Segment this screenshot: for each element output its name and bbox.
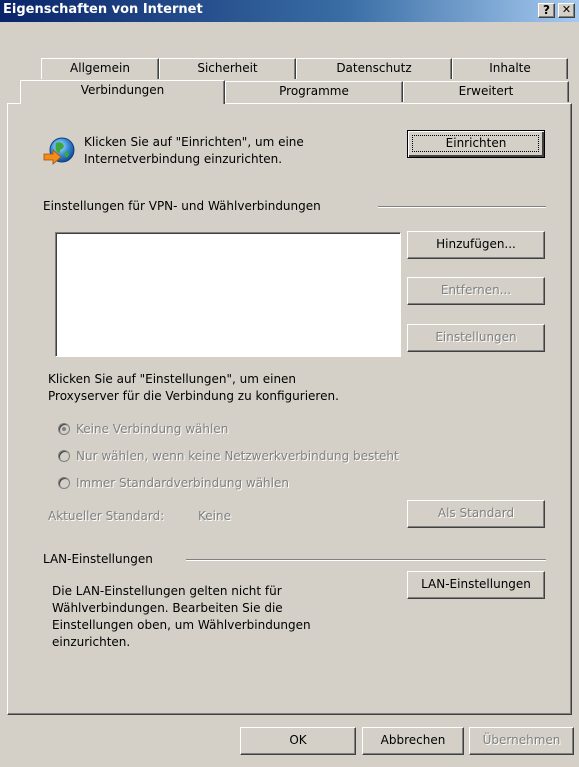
apply-button[interactable]: Übernehmen [469,727,574,755]
proxy-text-line1: Klicken Sie auf "Einstellungen", um eine… [48,372,297,386]
lan-settings-button[interactable]: LAN-Einstellungen [407,571,545,599]
setup-text-line2: Internetverbindung einzurichten. [84,152,283,166]
ok-label: OK [289,733,307,747]
lan-text-line3: Einstellungen oben, um Wählverbindungen [52,618,311,632]
vpn-group-divider [378,206,546,208]
connection-settings-label: Einstellungen [435,330,517,344]
remove-connection-button[interactable]: Entfernen... [407,277,545,305]
radio-dial-when-no-network-label: Nur wählen, wenn keine Netzwerkverbindun… [76,449,399,463]
tab-allgemein[interactable]: Allgemein [41,58,159,79]
cancel-button[interactable]: Abbrechen [362,727,464,755]
vpn-connections-list[interactable] [55,232,401,357]
lan-text-line4: einzurichten. [52,635,131,649]
help-button[interactable]: ? [538,3,555,18]
tab-panel-verbindungen: Klicken Sie auf "Einrichten", um eine In… [7,103,572,715]
lan-settings-label: LAN-Einstellungen [421,577,531,591]
internet-properties-dialog: Eigenschaften von Internet ? ✕ Allgemein… [0,0,579,767]
globe-network-icon [43,137,75,165]
radio-always-dial-default-label: Immer Standardverbindung wählen [76,476,289,490]
tab-programme[interactable]: Programme [225,81,403,102]
radio-dial-when-no-network-button[interactable] [58,450,70,462]
tab-erweitert[interactable]: Erweitert [403,81,569,102]
title-bar[interactable]: Eigenschaften von Internet ? ✕ [0,0,579,22]
current-default-value: Keine [198,509,231,523]
add-connection-button[interactable]: Hinzufügen... [407,231,545,259]
setup-text-line1: Klicken Sie auf "Einrichten", um eine [84,135,304,149]
cancel-label: Abbrechen [380,733,446,747]
einrichten-button[interactable]: Einrichten [407,130,545,158]
lan-group-divider [186,559,546,561]
tab-verbindungen[interactable]: Verbindungen [20,80,225,104]
lan-text-line2: Wählverbindungen. Bearbeiten Sie die [52,601,283,615]
proxy-text-line2: Proxyserver für die Verbindung zu konfig… [48,389,339,403]
add-connection-label: Hinzufügen... [436,237,516,251]
remove-connection-label: Entfernen... [440,283,512,297]
close-button[interactable]: ✕ [558,3,575,18]
radio-no-dial-button[interactable] [58,423,70,435]
radio-no-dial-label: Keine Verbindung wählen [76,422,229,436]
vpn-group-label: Einstellungen für VPN- und Wählverbindun… [43,199,321,213]
window-title: Eigenschaften von Internet [3,2,203,17]
connection-settings-button[interactable]: Einstellungen [407,324,545,352]
tab-datenschutz[interactable]: Datenschutz [296,58,452,79]
set-default-button[interactable]: Als Standard [407,500,545,528]
ok-button[interactable]: OK [240,727,356,755]
current-default-label: Aktueller Standard: [48,509,165,523]
lan-group-label: LAN-Einstellungen [43,552,153,566]
lan-text-line1: Die LAN-Einstellungen gelten nicht für [52,584,282,598]
radio-always-dial-default-button[interactable] [58,477,70,489]
apply-label: Übernehmen [482,733,561,747]
set-default-label: Als Standard [437,506,515,520]
tab-sicherheit[interactable]: Sicherheit [159,58,296,79]
tab-inhalte[interactable]: Inhalte [452,58,568,79]
